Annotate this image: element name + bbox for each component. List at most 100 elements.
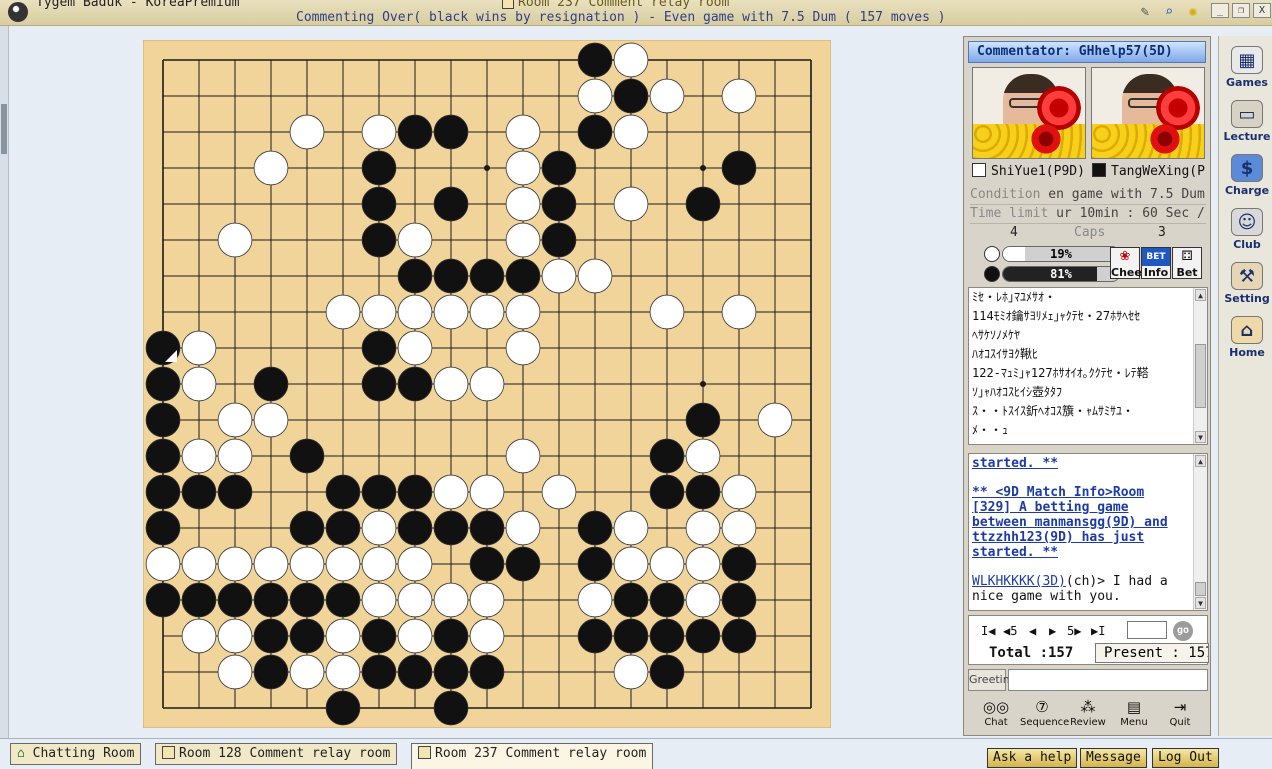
cheer-button[interactable]: ❀ Cheer — [1110, 247, 1147, 279]
white-player-name[interactable]: ShiYue1(P9D) — [972, 163, 1090, 181]
white-stone-icon — [984, 246, 1000, 262]
board-icon — [418, 746, 431, 759]
go-button[interactable]: go — [1173, 621, 1193, 641]
black-stone — [613, 582, 649, 618]
lightbulb-icon[interactable]: ✺ — [1184, 3, 1202, 21]
sidebar-home[interactable]: ⌂ Home — [1223, 316, 1271, 364]
game-status: Commenting Over( black wins by resignati… — [296, 10, 946, 25]
chat-system-message[interactable]: ** <9D Match Info>Room [329] A betting g… — [972, 485, 1191, 560]
sequence-icon: ⑦ — [1035, 698, 1049, 716]
white-stone — [649, 294, 685, 330]
last-move-button[interactable]: ▶I — [1091, 624, 1105, 638]
chat-scrollbar[interactable]: ▲ ▼ — [1193, 454, 1207, 610]
white-stone — [721, 78, 757, 114]
black-player-name[interactable]: TangWeXing(P — [1092, 163, 1208, 181]
back-five-button[interactable]: ◀5 — [1003, 624, 1017, 638]
greeting-button[interactable]: Greeting — [968, 669, 1017, 691]
scroll-up-icon[interactable]: ▲ — [1195, 289, 1206, 301]
move-number-input[interactable] — [1127, 621, 1167, 639]
white-stone — [613, 546, 649, 582]
tab-room-128[interactable]: Room 128 Comment relay room — [155, 743, 398, 765]
black-stone — [721, 546, 757, 582]
restore-button[interactable]: ❐ — [1232, 3, 1250, 18]
white-stone — [181, 330, 217, 366]
chat-nickname[interactable]: WLKHKKKK(3D) — [972, 574, 1066, 589]
chat-input[interactable] — [1008, 669, 1208, 691]
white-captures: 4 — [1010, 225, 1018, 240]
quit-button[interactable]: ⇥ Quit — [1158, 697, 1202, 733]
comment-list[interactable]: ﾐｾ・ﾚﾎ｣ﾏﾕﾒｻｵ・ 114ﾓﾐｵ鑰ｻﾖﾘﾒｪ｣ｬｸﾃｾ・27ﾎｻﾍｾｾ ﾍｻｹ… — [968, 287, 1208, 445]
house-icon: ⌂ — [17, 746, 25, 761]
sequence-button[interactable]: ⑦ Sequence — [1020, 697, 1069, 733]
time-limit-label: Time limit — [970, 206, 1049, 221]
scroll-down-icon[interactable]: ▼ — [1195, 431, 1206, 443]
comment-scrollbar[interactable]: ▲ ▼ — [1193, 288, 1207, 444]
black-stone — [361, 222, 397, 258]
black-stone — [397, 654, 433, 690]
black-player-photo — [1091, 67, 1205, 159]
black-stone — [469, 654, 505, 690]
time-limit-row: Time limit ur 10min : 60 Sec / 3 — [970, 206, 1206, 224]
black-stone — [361, 654, 397, 690]
tab-chatting-room[interactable]: ⌂ Chatting Room — [10, 743, 142, 765]
sidebar-games[interactable]: ▦ Games — [1223, 46, 1271, 94]
message-button[interactable]: Message — [1080, 748, 1147, 768]
info-button[interactable]: BET Info — [1141, 247, 1171, 279]
white-stone — [433, 294, 469, 330]
black-stone — [577, 114, 613, 150]
tab-room-237[interactable]: Room 237 Comment relay room — [411, 743, 654, 769]
black-stone — [325, 474, 361, 510]
scroll-down-icon[interactable]: ▼ — [1195, 597, 1206, 609]
black-stone — [397, 114, 433, 150]
total-moves: Total :157 — [989, 645, 1074, 661]
ask-help-button[interactable]: Ask a help — [987, 748, 1078, 768]
black-stone — [145, 510, 181, 546]
bottom-tab-bar: ⌂ Chatting Room Room 128 Comment relay r… — [0, 738, 1272, 769]
review-button[interactable]: ⁂ Review — [1066, 697, 1110, 733]
sidebar-charge[interactable]: $ Charge — [1223, 154, 1271, 202]
black-win-rate: 81% — [1050, 267, 1072, 281]
forward-five-button[interactable]: 5▶ — [1067, 624, 1081, 638]
black-stone — [649, 438, 685, 474]
black-stone — [325, 582, 361, 618]
black-stone — [505, 258, 541, 294]
sidebar-label: Club — [1233, 238, 1261, 251]
white-stone — [577, 258, 613, 294]
chat-box[interactable]: started. ** ** <9D Match Info>Room [329]… — [968, 453, 1208, 611]
rose-decoration — [1029, 122, 1063, 156]
white-stone — [469, 474, 505, 510]
sidebar-lecture[interactable]: ▭ Lecture — [1223, 100, 1271, 148]
go-board[interactable] — [143, 40, 831, 728]
white-stone — [505, 510, 541, 546]
bet-button[interactable]: ⚃ Bet — [1172, 247, 1202, 279]
chat-button[interactable]: ◎◎ Chat — [974, 697, 1018, 733]
scroll-up-icon[interactable]: ▲ — [1195, 455, 1206, 467]
menu-button[interactable]: ▤ Menu — [1112, 697, 1156, 733]
white-stone — [361, 582, 397, 618]
comment-line: 114ﾓﾐｵ鑰ｻﾖﾘﾒｪ｣ｬｸﾃｾ・27ﾎｻﾍｾｾ — [972, 309, 1141, 323]
sidebar-setting[interactable]: ⚒ Setting — [1223, 262, 1271, 310]
app-title: Tygem Baduk - KoreaPremium — [36, 0, 240, 10]
magnifier-icon[interactable]: ⌕ — [1160, 3, 1178, 21]
white-win-rate-bar: 19% — [1002, 246, 1120, 262]
log-out-button[interactable]: Log Out — [1152, 748, 1219, 768]
forward-button[interactable]: ▶ — [1049, 624, 1056, 638]
sidebar-club[interactable]: ☺ Club — [1223, 208, 1271, 256]
black-win-rate-bar: 81% — [1002, 266, 1120, 282]
first-move-button[interactable]: I◀ — [981, 624, 995, 638]
pencil-icon[interactable]: ✎ — [1136, 3, 1154, 21]
scroll-thumb[interactable] — [1195, 582, 1206, 596]
white-stone — [397, 582, 433, 618]
black-stone — [541, 222, 577, 258]
white-stone — [217, 438, 253, 474]
black-stone — [433, 654, 469, 690]
back-button[interactable]: ◀ — [1029, 624, 1036, 638]
black-stone — [433, 186, 469, 222]
minimize-button[interactable]: _ — [1211, 3, 1229, 18]
black-stone — [613, 78, 649, 114]
close-button[interactable]: X — [1253, 3, 1271, 18]
scroll-thumb[interactable] — [1195, 344, 1206, 408]
white-player-photo — [972, 67, 1086, 159]
left-scrollbar[interactable] — [0, 26, 9, 738]
scroll-thumb[interactable] — [1, 104, 7, 154]
